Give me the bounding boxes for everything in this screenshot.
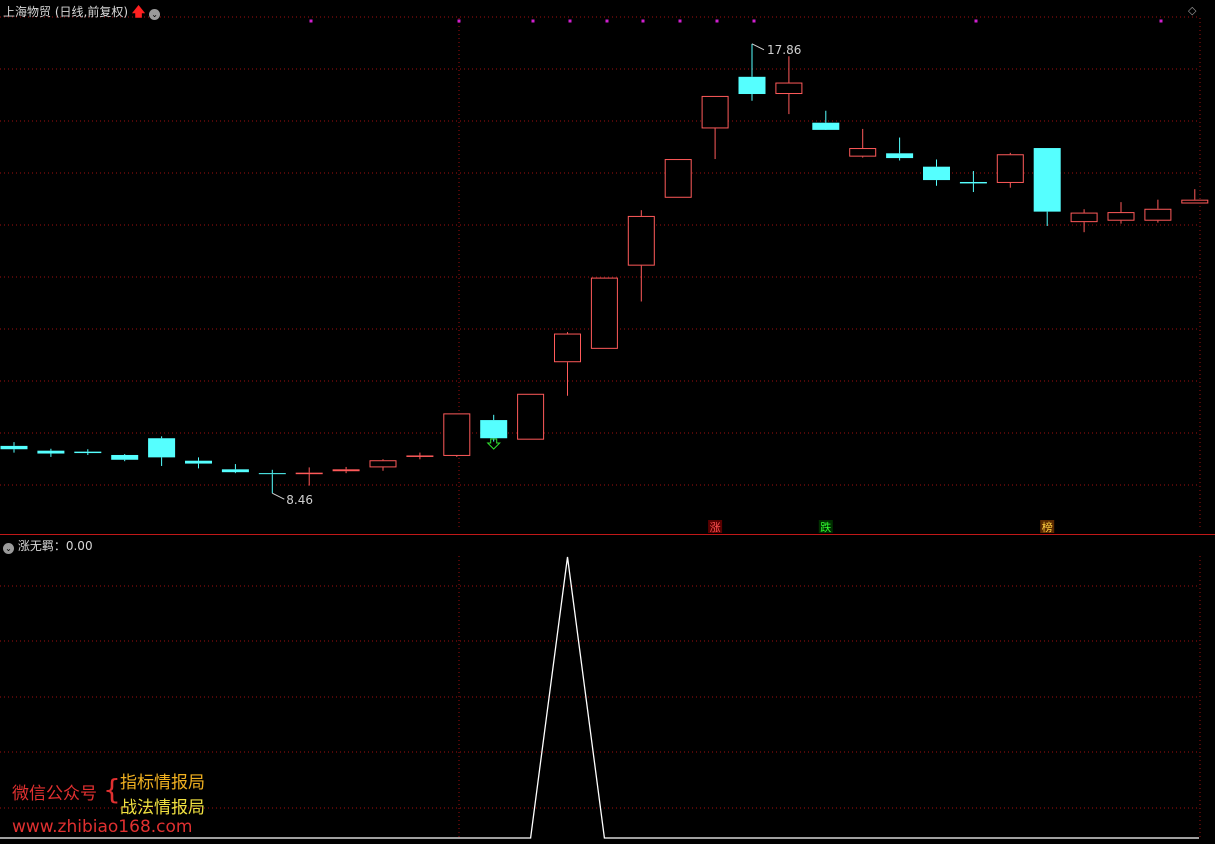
high-label: 17.86 — [767, 43, 801, 57]
candle-body — [1033, 148, 1061, 212]
candle-body — [554, 333, 581, 363]
indicator-name: 涨无羁 — [17, 539, 54, 553]
candle-body — [1144, 208, 1172, 221]
low-pointer — [272, 492, 285, 500]
signal-marker — [715, 19, 719, 23]
event-marker: 涨 — [710, 521, 721, 534]
candle-body — [812, 122, 840, 130]
candle-body — [701, 95, 729, 129]
candle-body — [996, 154, 1024, 183]
stock-chart[interactable]: 17.86 8.46 涨 跌 榜 — [0, 0, 1215, 844]
candle-body — [111, 454, 139, 460]
candle-body — [627, 215, 655, 266]
candle-body — [1070, 212, 1098, 223]
candle-body — [406, 455, 434, 457]
signal-marker — [605, 19, 609, 23]
chart-header: 上海物贸 (日线,前复权) 🡅 ⌄ — [3, 3, 161, 25]
indicator-value: 0.00 — [65, 539, 93, 553]
candle-body — [185, 460, 212, 464]
watermark-brace: { — [103, 773, 121, 806]
watermark-line1: 指标情报局 — [120, 773, 205, 793]
watermark-url: www.zhibiao168.com — [12, 817, 193, 837]
low-label: 8.46 — [286, 493, 313, 507]
candle-body — [664, 159, 692, 198]
up-arrow-icon[interactable]: 🡅 — [132, 5, 145, 20]
watermark-line2: 战法情报局 — [120, 798, 205, 818]
watermark-wechat: 微信公众号 — [12, 784, 97, 804]
candle-body — [258, 473, 286, 475]
candle-body — [37, 450, 65, 454]
signal-marker — [457, 19, 461, 23]
candle-body — [443, 413, 471, 456]
candle-body — [369, 460, 397, 468]
high-pointer — [751, 43, 765, 51]
signal-marker — [568, 19, 572, 23]
event-marker: 榜 — [1042, 520, 1053, 534]
candle-body — [775, 82, 803, 95]
diamond-icon[interactable]: ◇ — [1188, 4, 1196, 17]
stock-name: 上海物贸 — [3, 5, 52, 19]
candle-body — [148, 438, 176, 458]
candle-body — [0, 445, 28, 450]
signal-marker — [678, 19, 682, 23]
candle-body — [849, 148, 877, 157]
signal-marker — [1159, 19, 1163, 23]
signal-marker — [752, 19, 756, 23]
chevron-down-icon[interactable]: ⌄ — [3, 543, 14, 554]
candle-body — [959, 181, 987, 184]
indicator-header: ⌄ 涨无羁：0.00 — [3, 537, 93, 554]
candle-body — [738, 76, 766, 95]
candle-body — [886, 153, 914, 159]
candle-body — [480, 420, 508, 439]
signal-marker — [531, 19, 535, 23]
candle-body — [1181, 199, 1209, 204]
period-label: (日线,前复权) — [54, 5, 129, 19]
candle-body — [590, 277, 618, 349]
candle-body — [295, 472, 323, 475]
candle-body — [1107, 212, 1135, 221]
candle-body — [332, 469, 360, 472]
candle-body — [221, 469, 249, 473]
candle-body — [923, 166, 950, 181]
candle-body — [517, 393, 545, 440]
signal-marker — [309, 19, 313, 23]
chevron-down-icon[interactable]: ⌄ — [149, 9, 161, 20]
signal-marker — [641, 19, 645, 23]
event-marker: 跌 — [820, 520, 831, 534]
candle-body — [74, 451, 102, 454]
signal-marker — [974, 19, 978, 23]
